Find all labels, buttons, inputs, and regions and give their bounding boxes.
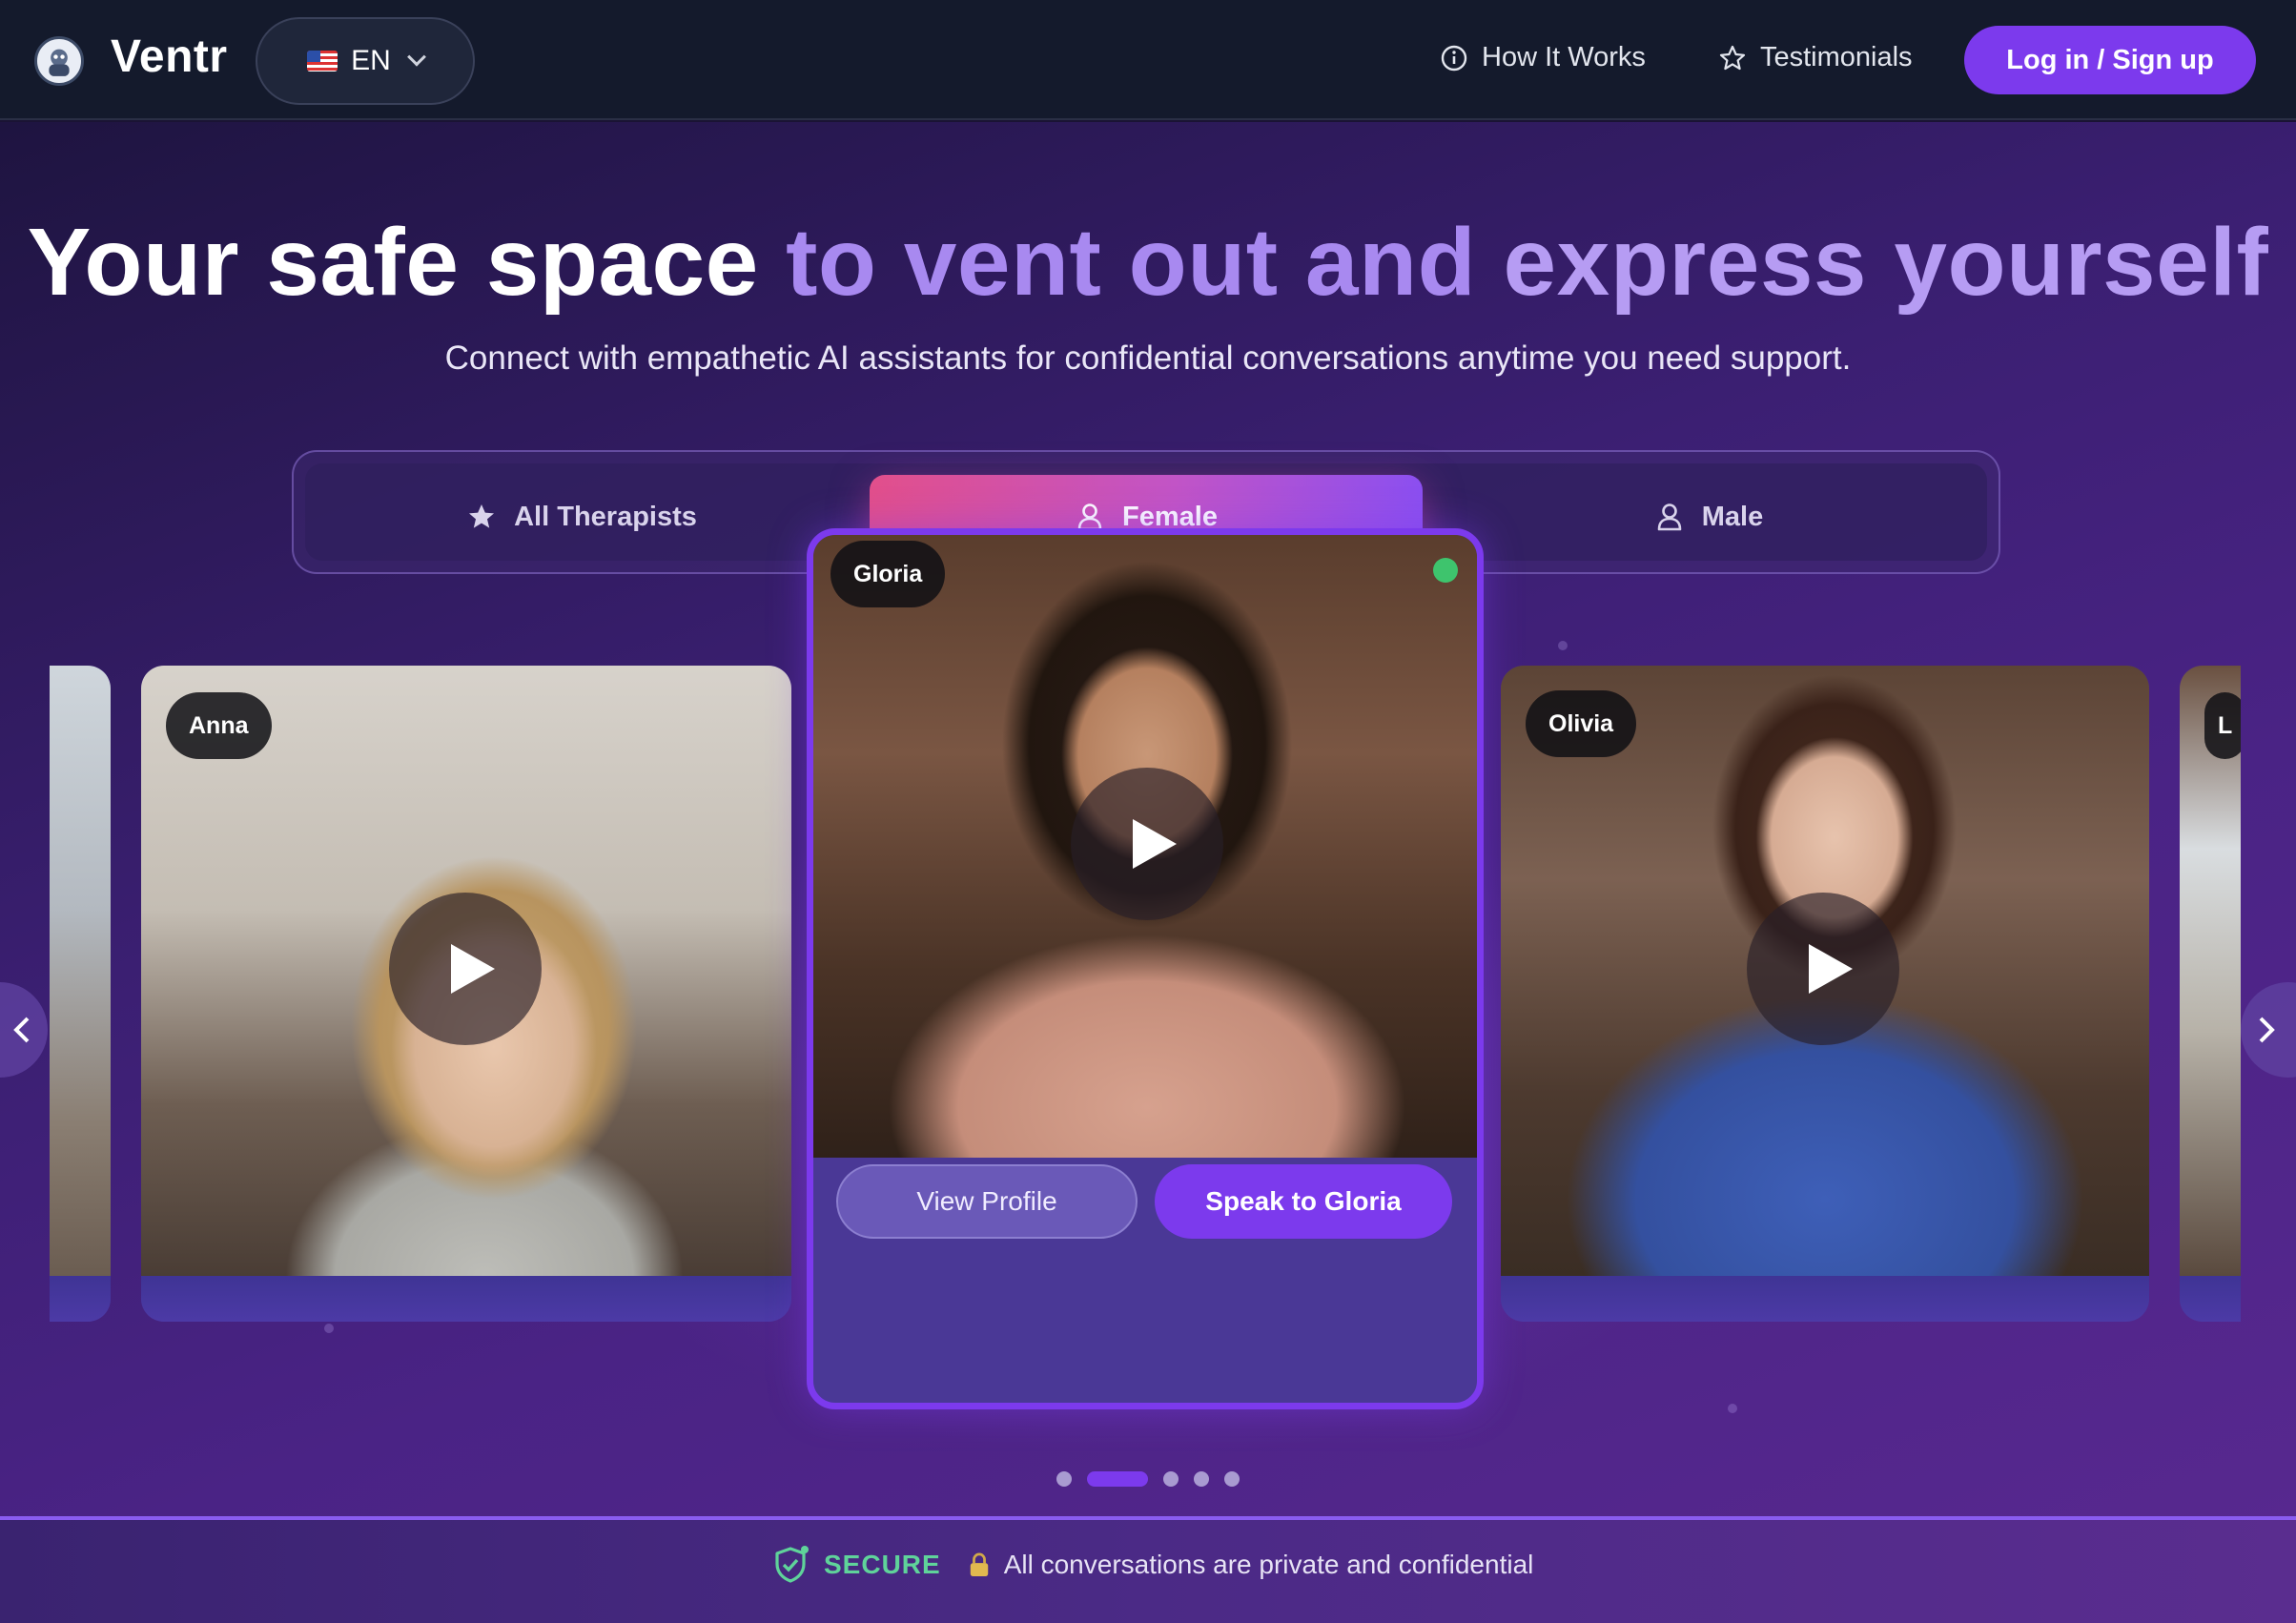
language-label: EN [351, 45, 391, 76]
logo-icon[interactable] [34, 36, 84, 86]
play-video-button[interactable] [1747, 893, 1899, 1045]
card-footer [141, 1276, 791, 1322]
info-icon [1441, 45, 1467, 71]
therapist-card-partial-left[interactable] [50, 666, 111, 1322]
pagination-dot[interactable] [1163, 1471, 1179, 1487]
therapist-card-partial-right[interactable]: L [2180, 666, 2241, 1322]
star-outline-icon [1719, 45, 1746, 70]
secure-label: SECURE [824, 1550, 941, 1579]
tab-label: All Therapists [514, 501, 697, 532]
shield-check-icon [775, 1546, 809, 1583]
secure-content: SECURE All conversations are private and… [770, 1545, 1533, 1585]
secure-banner: SECURE All conversations are private and… [0, 1516, 2296, 1623]
card-footer [1501, 1276, 2149, 1322]
nav-link-label: How It Works [1482, 42, 1646, 72]
hero-subheadline: Connect with empathetic AI assistants fo… [444, 339, 1852, 377]
nav-link-label: Testimonials [1760, 42, 1913, 72]
card-footer [50, 1276, 111, 1322]
play-icon [451, 944, 495, 994]
tab-label: Male [1701, 501, 1764, 532]
lock-icon [970, 1552, 988, 1576]
view-profile-button[interactable]: View Profile [836, 1164, 1138, 1239]
chevron-right-icon [2259, 1017, 2275, 1043]
headline-part-2: to vent out and [786, 209, 1477, 316]
play-video-button[interactable] [1071, 768, 1223, 920]
pagination-dot-active[interactable] [1087, 1471, 1148, 1487]
therapist-card-gloria[interactable]: Gloria View Profile Speak to Gloria [807, 528, 1484, 1409]
therapist-name-badge: Gloria [830, 541, 946, 607]
therapist-name-badge: Anna [166, 692, 272, 759]
headline-part-1: Your safe space [27, 209, 759, 316]
chevron-down-icon [406, 47, 426, 67]
hero-headline: Your safe space to vent out and express … [0, 208, 2296, 318]
brand-name[interactable]: Ventr [111, 31, 228, 83]
carousel-pagination [0, 1471, 2296, 1487]
decorative-dot [1558, 641, 1568, 650]
pagination-dot[interactable] [1056, 1471, 1072, 1487]
top-nav: Ventr EN How It Works Testimonials Log i… [0, 0, 2296, 120]
us-flag-icon [307, 51, 338, 72]
therapist-name-badge: Olivia [1526, 690, 1637, 757]
pagination-dot[interactable] [1194, 1471, 1209, 1487]
speak-to-therapist-button[interactable]: Speak to Gloria [1155, 1164, 1452, 1239]
play-video-button[interactable] [389, 893, 542, 1045]
therapist-name-badge: L [2204, 692, 2241, 759]
therapist-card-olivia[interactable]: Olivia [1501, 666, 2149, 1322]
secure-message: All conversations are private and confid… [1003, 1550, 1534, 1579]
therapist-card-anna[interactable]: Anna [141, 666, 791, 1322]
pagination-dot[interactable] [1224, 1471, 1240, 1487]
play-icon [1809, 944, 1853, 994]
tab-male[interactable]: Male [1432, 475, 1985, 559]
tab-all-therapists[interactable]: All Therapists [305, 475, 858, 559]
decorative-dot [1728, 1404, 1737, 1413]
chevron-left-icon [13, 1017, 30, 1043]
play-icon [1133, 819, 1177, 869]
decorative-dot [324, 1324, 334, 1333]
language-selector[interactable]: EN [256, 17, 475, 105]
therapist-photo [50, 666, 111, 1276]
nav-link-how-it-works[interactable]: How It Works [1440, 42, 1646, 73]
online-status-dot [1433, 558, 1458, 583]
headline-part-3: express yourself [1503, 209, 2269, 316]
card-footer [2180, 1276, 2241, 1322]
user-icon [1657, 503, 1682, 531]
login-signup-button[interactable]: Log in / Sign up [1964, 26, 2256, 94]
star-icon [469, 504, 495, 528]
nav-link-testimonials[interactable]: Testimonials [1718, 42, 1913, 73]
